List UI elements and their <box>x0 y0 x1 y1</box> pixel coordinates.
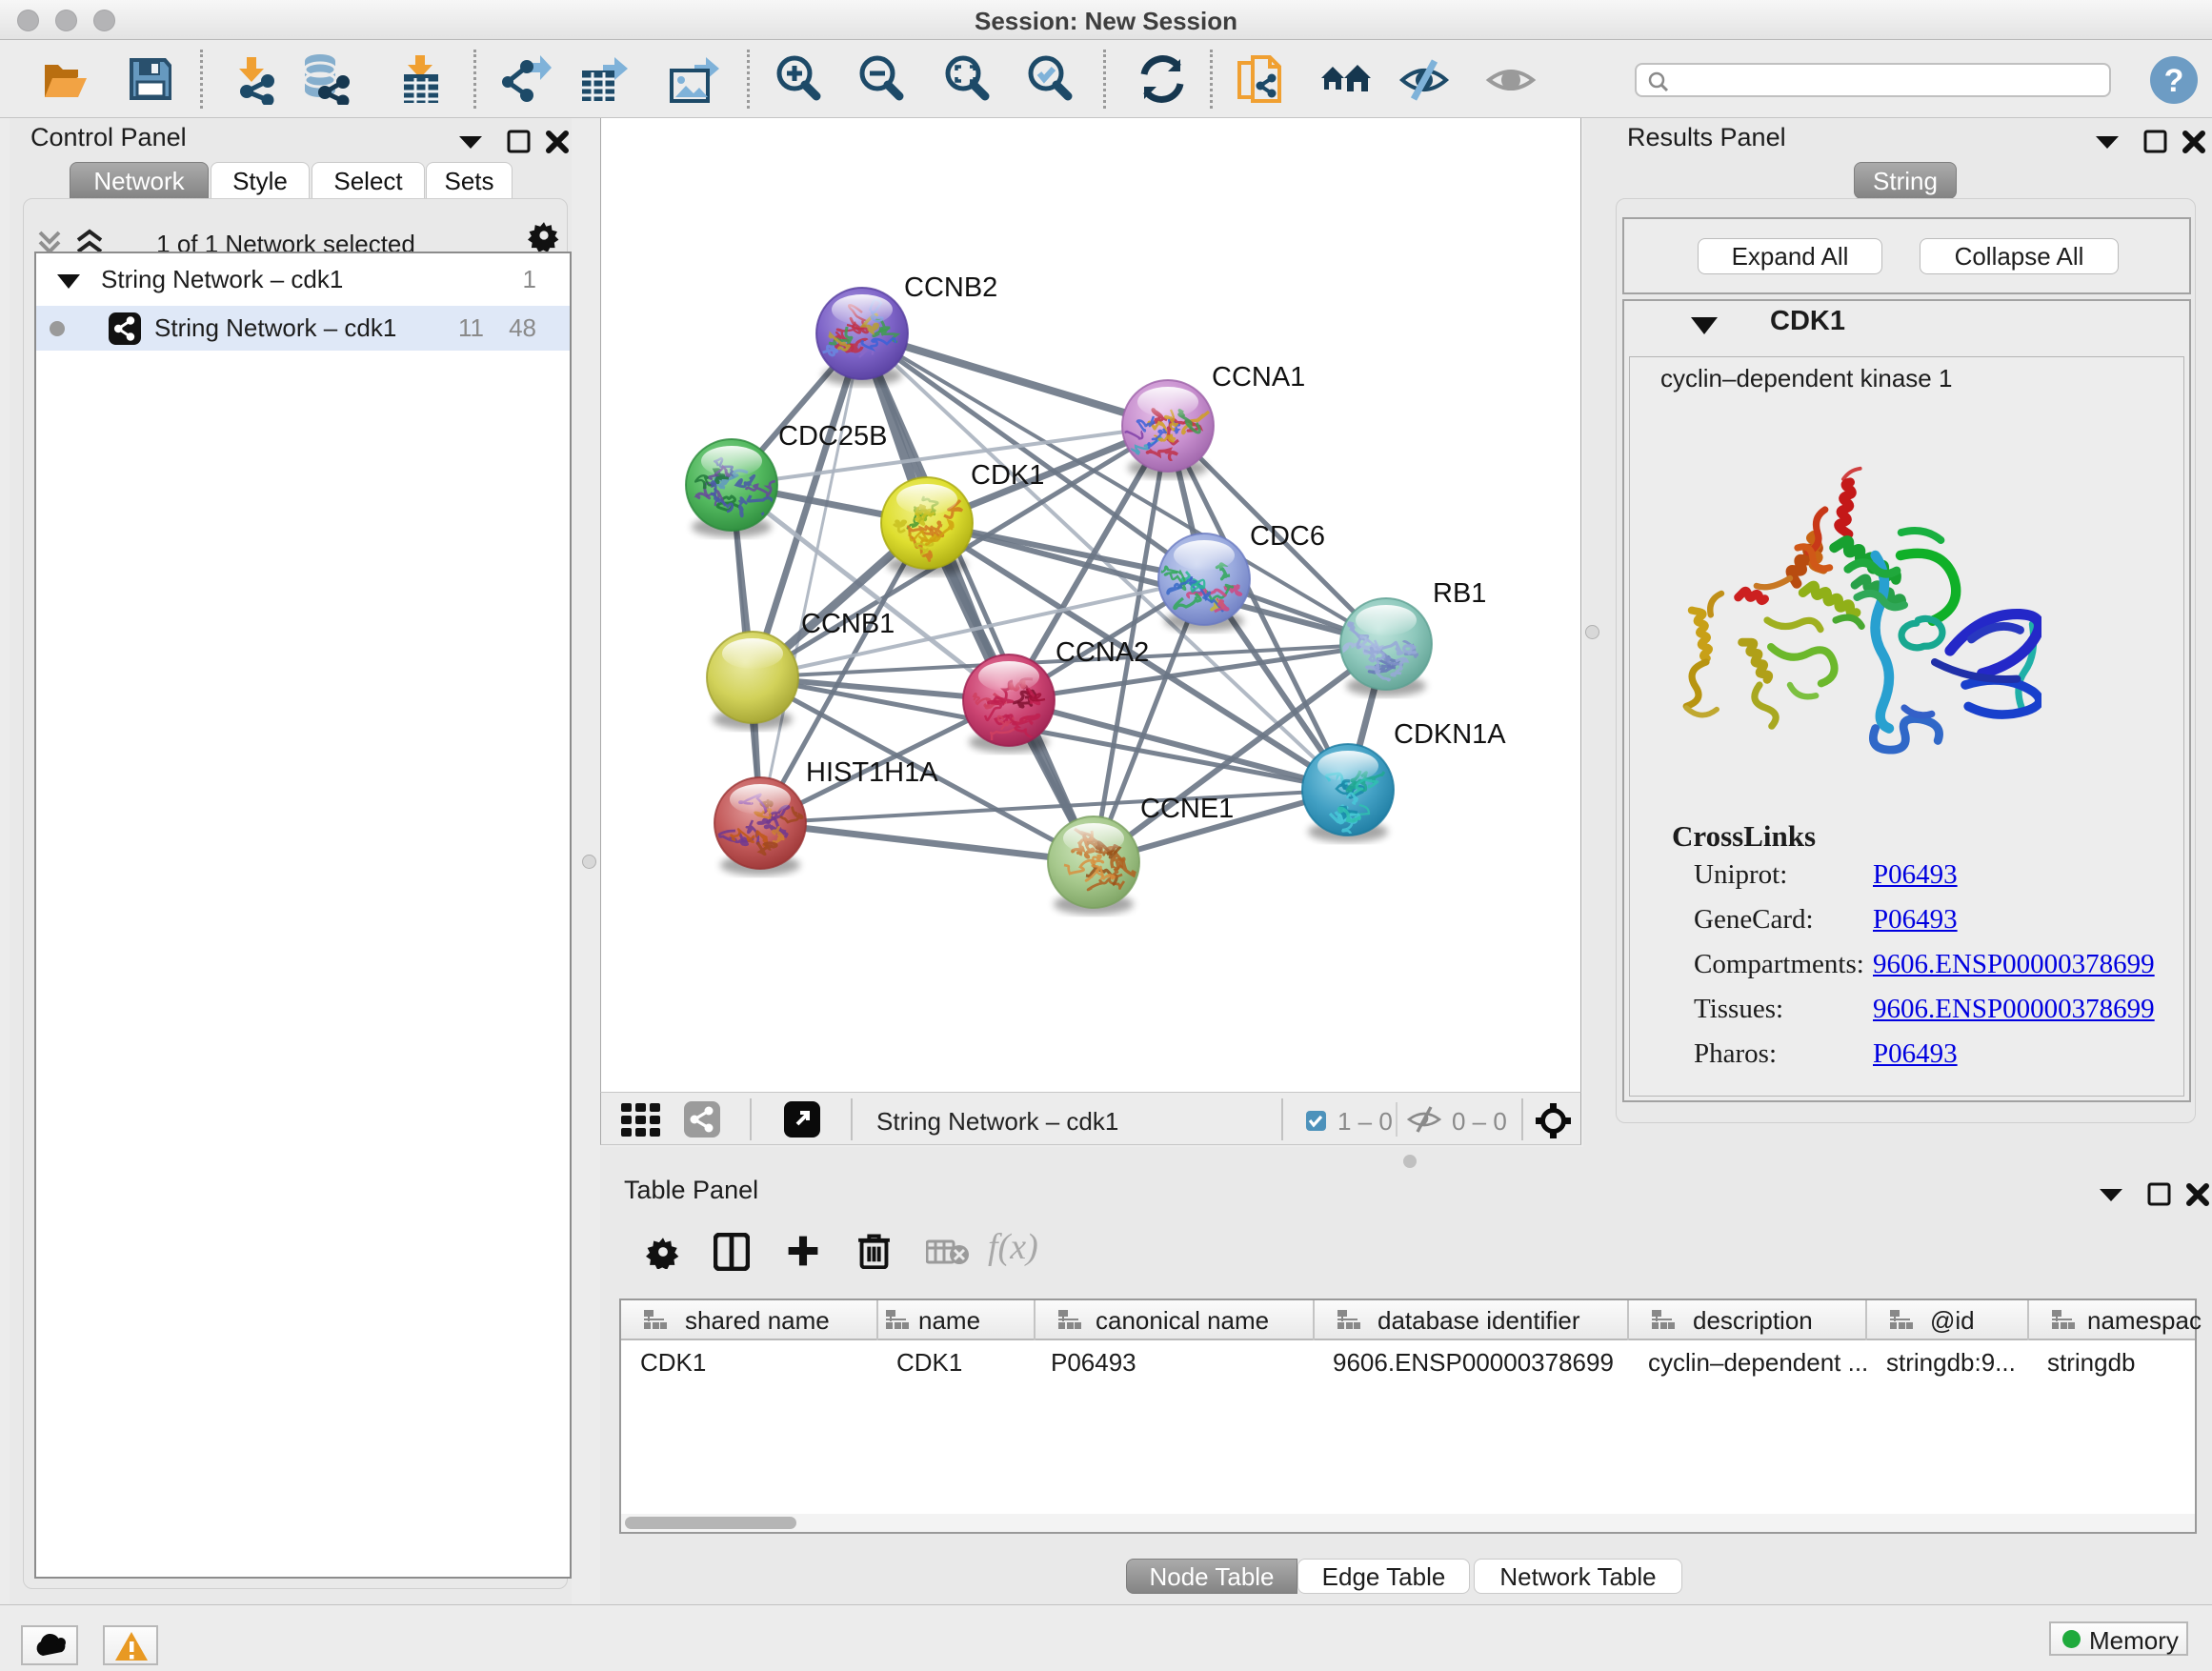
svg-text:CCNE1: CCNE1 <box>1140 794 1234 824</box>
svg-text:CDKN1A: CDKN1A <box>1394 719 1506 750</box>
svg-text:CCNA2: CCNA2 <box>1056 637 1149 668</box>
svg-text:HIST1H1A: HIST1H1A <box>806 757 938 788</box>
svg-text:CDC25B: CDC25B <box>778 421 887 452</box>
svg-text:?: ? <box>2164 63 2184 99</box>
svg-text:CCNB1: CCNB1 <box>801 609 895 639</box>
svg-text:CCNB2: CCNB2 <box>904 272 997 303</box>
svg-text:RB1: RB1 <box>1433 578 1486 609</box>
svg-text:CCNA1: CCNA1 <box>1212 362 1305 393</box>
svg-text:CDK1: CDK1 <box>971 460 1044 491</box>
svg-text:CDC6: CDC6 <box>1250 521 1325 552</box>
